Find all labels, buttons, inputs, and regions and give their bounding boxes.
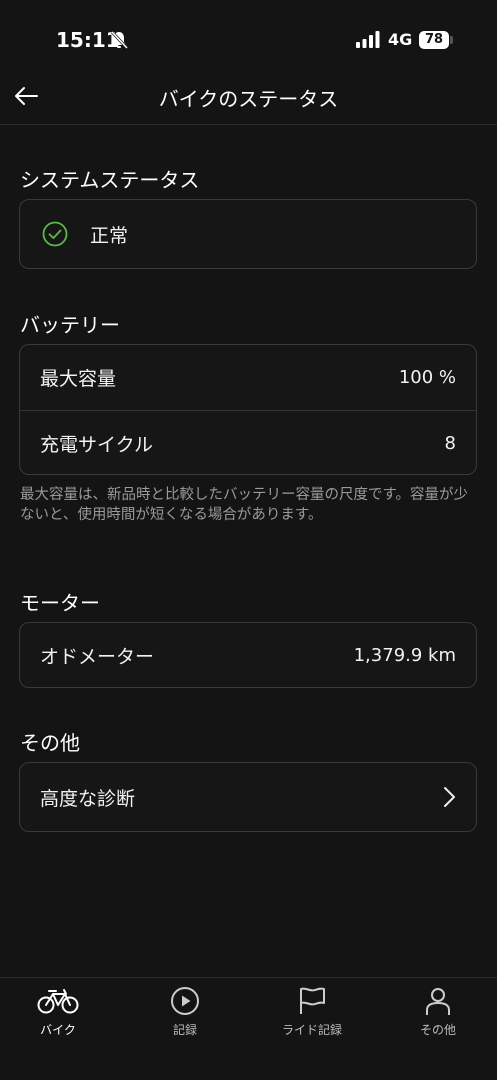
person-icon — [426, 988, 450, 1015]
signal-icon — [356, 31, 380, 48]
system-status-title: システムステータス — [20, 168, 200, 192]
nav-item-other[interactable]: その他 — [388, 986, 488, 1046]
battery-level: 78 — [419, 31, 449, 49]
nav-item-records[interactable]: 記録 — [135, 986, 235, 1046]
bottom-nav: バイク 記録 ライド記録 その他 — [0, 977, 497, 1080]
odometer-row: オドメーター 1,379.9 km — [20, 623, 476, 687]
battery-card: 最大容量 100 % 充電サイクル 8 — [19, 344, 477, 475]
system-status-row: 正常 — [20, 200, 476, 268]
chevron-right-icon — [444, 787, 455, 807]
header: バイクのステータス — [0, 80, 497, 125]
nav-item-ride-records[interactable]: ライド記録 — [262, 986, 362, 1046]
nav-label-ride-records: ライド記録 — [281, 1023, 342, 1037]
charge-cycle-value: 8 — [444, 432, 456, 454]
check-circle-icon — [42, 221, 68, 247]
other-card: 高度な診断 — [19, 762, 477, 832]
status-bar: 15:11 4G 78 — [0, 0, 497, 80]
motor-card: オドメーター 1,379.9 km — [19, 622, 477, 688]
odometer-value: 1,379.9 km — [353, 644, 456, 666]
battery-max-capacity-row: 最大容量 100 % — [20, 345, 476, 410]
battery-charge-cycle-row: 充電サイクル 8 — [20, 410, 476, 475]
battery-title: バッテリー — [20, 313, 120, 337]
nav-label-other: その他 — [419, 1023, 456, 1037]
play-circle-icon — [171, 987, 199, 1015]
system-status-card: 正常 — [19, 199, 477, 269]
system-status-value: 正常 — [90, 224, 129, 247]
flag-icon — [300, 987, 325, 1014]
bike-icon — [37, 989, 79, 1014]
screen: 15:11 4G 78 バイクのステータス システムステータス 正常 バッテリー… — [0, 0, 497, 1080]
page-title: バイクのステータス — [158, 87, 339, 111]
max-capacity-label: 最大容量 — [40, 368, 117, 390]
battery-note: 最大容量は、新品時と比較したバッテリー容量の尺度です。容量が少ないと、使用時間が… — [20, 487, 469, 523]
network-type: 4G — [388, 30, 413, 49]
charge-cycle-label: 充電サイクル — [40, 433, 154, 456]
max-capacity-value: 100 % — [398, 367, 456, 388]
nav-item-bike[interactable]: バイク — [8, 986, 108, 1046]
advanced-diagnostics-row[interactable]: 高度な診断 — [20, 763, 476, 831]
bell-muted-icon — [110, 30, 128, 50]
odometer-label: オドメーター — [40, 645, 155, 668]
advanced-diagnostics-label: 高度な診断 — [40, 787, 136, 810]
battery-tip — [450, 36, 453, 44]
nav-label-bike: バイク — [40, 1023, 76, 1037]
nav-label-records: 記録 — [172, 1023, 197, 1037]
motor-title: モーター — [20, 591, 100, 615]
other-title: その他 — [20, 731, 80, 755]
